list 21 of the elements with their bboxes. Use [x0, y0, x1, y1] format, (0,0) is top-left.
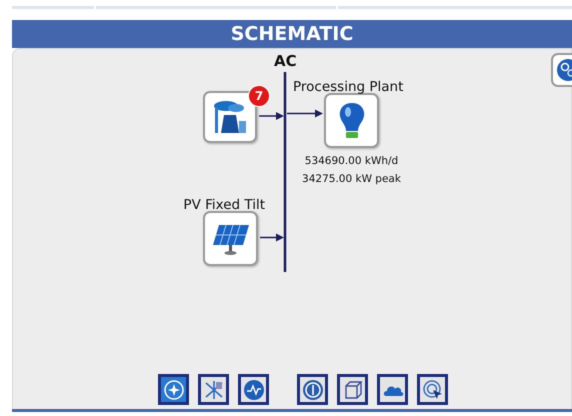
reading-text: 34275.00 kW peak — [302, 172, 401, 187]
target-icon[interactable] — [417, 374, 448, 405]
pv-node[interactable] — [203, 211, 258, 266]
header-title: SCHEMATIC — [230, 23, 354, 45]
load-node[interactable] — [324, 93, 379, 148]
count-badge: 7 — [248, 85, 270, 107]
connector-arrow — [259, 112, 284, 120]
generator-node[interactable] — [203, 91, 257, 143]
component-label: Processing Plant — [293, 79, 404, 95]
bus-label: AC — [274, 52, 297, 70]
cloud-icon[interactable] — [377, 374, 408, 405]
compass-icon[interactable] — [158, 374, 189, 405]
connector-arrow — [260, 234, 284, 242]
dollar-icon[interactable] — [297, 374, 328, 405]
waveform-icon[interactable] — [238, 374, 269, 405]
power-plant-icon — [212, 99, 248, 135]
cube-icon[interactable] — [337, 374, 368, 405]
connector-arrow — [287, 110, 323, 118]
component-label: PV Fixed Tilt — [183, 197, 265, 213]
sensitivity-icon[interactable] — [198, 374, 229, 405]
reading-text: 534690.00 kWh/d — [304, 154, 398, 169]
